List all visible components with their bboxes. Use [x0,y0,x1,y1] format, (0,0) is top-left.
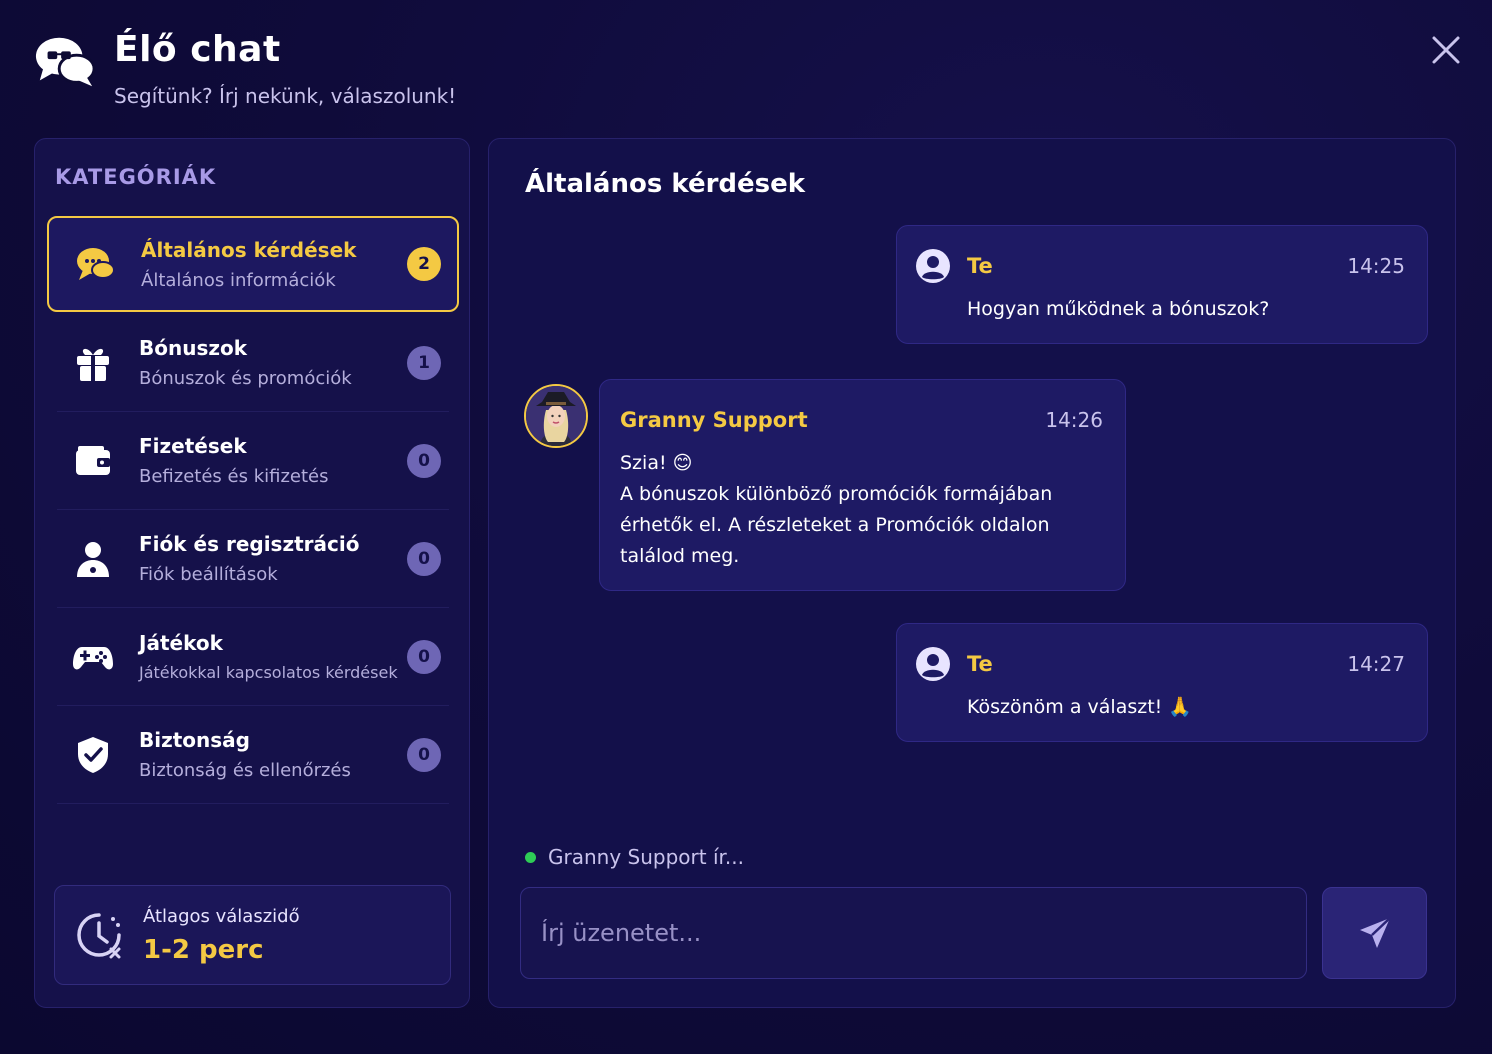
category-subtitle: Fiók beállítások [139,564,278,585]
live-chat-window: Élő chat Segítünk? Írj nekünk, válaszolu… [0,0,1492,1054]
clock-icon [77,913,121,959]
category-subtitle: Bónuszok és promóciók [139,368,352,389]
category-title: Bónuszok [139,336,248,360]
chat-title: Általános kérdések [525,169,806,199]
category-list: Általános kérdések Általános információk… [47,216,459,804]
category-security[interactable]: Biztonság Biztonság és ellenőrzés 0 [57,706,449,804]
gamepad-icon [73,646,113,669]
wallet-icon [76,445,110,475]
category-games[interactable]: Játékok Játékokkal kapcsolatos kérdések … [57,608,449,706]
message-time: 14:27 [1347,652,1405,676]
support-avatar [524,384,588,448]
category-title: Fiók és regisztráció [139,532,360,556]
category-payments[interactable]: Fizetések Befizetés és kifizetés 0 [57,412,449,510]
page-title: Élő chat [114,29,281,70]
user-avatar-icon [916,249,950,283]
chat-panel: Általános kérdések Te 14:25 Hogyan működ… [488,138,1456,1008]
online-dot-icon [525,851,536,863]
message-text: Köszönöm a választ! 🙏 [967,696,1192,718]
message-support: Granny Support 14:26 Szia! 😊 A bónuszok … [599,379,1126,591]
send-icon [1359,917,1391,948]
close-icon[interactable] [1428,32,1464,68]
category-subtitle: Biztonság és ellenőrzés [139,760,351,781]
count-badge: 0 [407,541,441,576]
message-time: 14:25 [1347,254,1405,278]
sidebar-heading: KATEGÓRIÁK [55,165,217,189]
avg-response-value: 1-2 perc [143,934,264,965]
user-icon [77,541,109,577]
category-title: Fizetések [139,434,247,458]
category-subtitle: Általános információk [141,269,336,291]
message-body: A bónuszok különböző promóciók formájába… [620,483,1053,567]
chat-bubbles-icon [35,37,96,87]
message-time: 14:26 [1045,408,1103,432]
average-response-time: Átlagos válaszidő 1-2 perc [54,885,451,985]
category-account[interactable]: Fiók és regisztráció Fiók beállítások 0 [57,510,449,608]
header: Élő chat Segítünk? Írj nekünk, válaszolu… [34,26,456,108]
category-subtitle: Befizetés és kifizetés [139,466,329,487]
category-title: Általános kérdések [141,237,357,262]
page-subtitle: Segítünk? Írj nekünk, válaszolunk! [114,84,457,108]
typing-indicator: Granny Support ír... [525,845,744,869]
count-badge: 1 [407,345,441,380]
count-badge: 0 [407,639,441,674]
typing-text: Granny Support ír... [548,845,744,869]
message-user: Te 14:25 Hogyan működnek a bónuszok? [896,225,1428,344]
message-input[interactable] [520,887,1307,979]
message-user: Te 14:27 Köszönöm a választ! 🙏 [896,623,1428,742]
user-avatar-icon [916,647,950,681]
message-greeting: Szia! 😊 [620,452,693,474]
message-sender: Granny Support [620,408,808,432]
category-title: Játékok [139,631,223,655]
avg-response-label: Átlagos válaszidő [143,905,300,927]
category-bonuses[interactable]: Bónuszok Bónuszok és promóciók 1 [57,314,449,412]
message-sender: Te [967,254,993,278]
category-sidebar: KATEGÓRIÁK Általános kérdések Általános … [34,138,470,1008]
gift-icon [77,348,109,381]
count-badge: 0 [407,443,441,478]
chat-bubble-icon [77,248,115,280]
message-text: Szia! 😊 A bónuszok különböző promóciók f… [620,448,1090,572]
granny-avatar-icon [526,386,586,446]
category-subtitle: Játékokkal kapcsolatos kérdések [139,663,398,682]
message-text: Hogyan működnek a bónuszok? [967,298,1270,320]
category-general[interactable]: Általános kérdések Általános információk… [47,216,459,312]
category-title: Biztonság [139,728,250,752]
message-sender: Te [967,652,993,676]
shield-check-icon [78,736,108,773]
count-badge: 2 [407,247,441,281]
send-button[interactable] [1322,887,1427,979]
count-badge: 0 [407,737,441,772]
